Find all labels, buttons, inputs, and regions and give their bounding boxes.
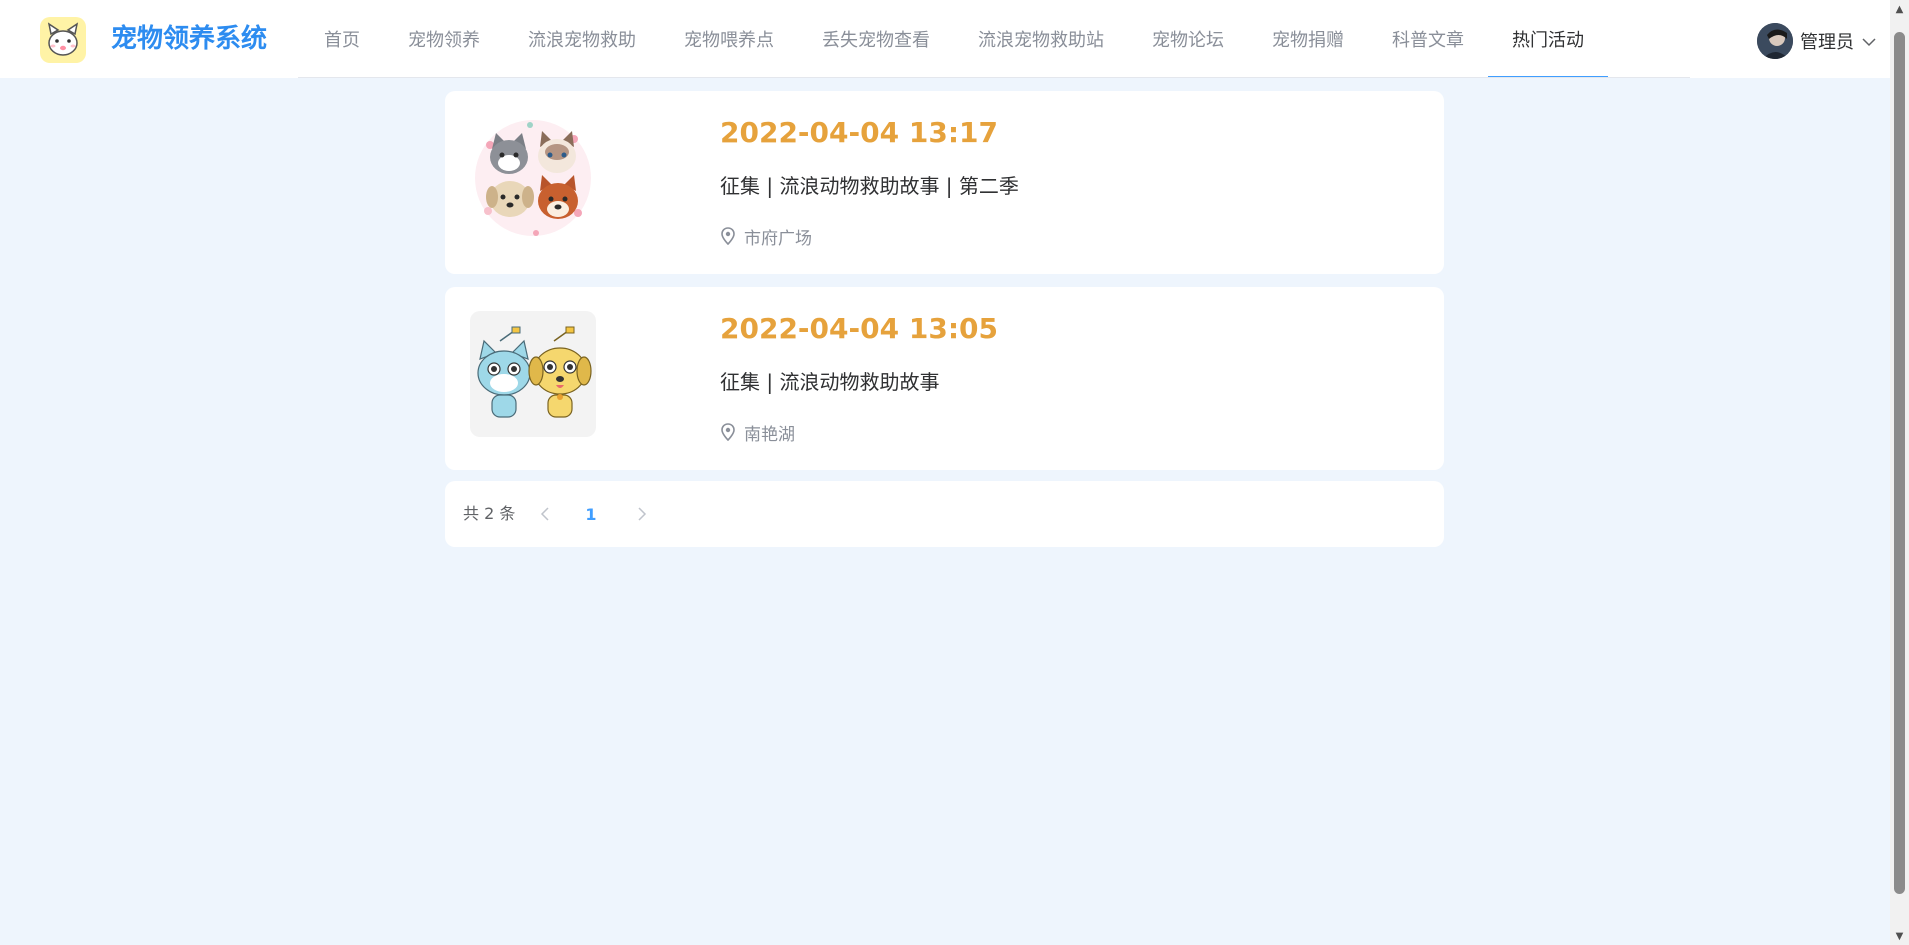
location-text: 市府广场 bbox=[744, 228, 812, 249]
scroll-thumb[interactable] bbox=[1894, 32, 1905, 894]
nav-item-home[interactable]: 首页 bbox=[300, 0, 384, 78]
pagination: 共 2 条 1 bbox=[445, 481, 1444, 547]
activity-date: 2022-04-04 13:17 bbox=[720, 116, 998, 149]
nav-item-donation[interactable]: 宠物捐赠 bbox=[1248, 0, 1368, 78]
activity-location: 市府广场 bbox=[720, 225, 812, 249]
header-divider bbox=[298, 77, 1690, 78]
main-nav: 首页 宠物领养 流浪宠物救助 宠物喂养点 丢失宠物查看 流浪宠物救助站 宠物论坛… bbox=[300, 0, 1608, 78]
chevron-down-icon[interactable] bbox=[1862, 32, 1876, 51]
nav-item-stray-rescue[interactable]: 流浪宠物救助 bbox=[504, 0, 660, 78]
nav-item-pet-adoption[interactable]: 宠物领养 bbox=[384, 0, 504, 78]
scroll-up-icon[interactable]: ▲ bbox=[1894, 3, 1905, 15]
nav-item-hot-activities[interactable]: 热门活动 bbox=[1488, 0, 1608, 78]
activity-location: 南艳湖 bbox=[720, 421, 795, 445]
activity-card[interactable]: 2022-04-04 13:05 征集 | 流浪动物救助故事 南艳湖 bbox=[445, 287, 1444, 470]
cats-and-dogs-illustration[interactable] bbox=[470, 115, 596, 241]
user-avatar-icon[interactable] bbox=[1757, 23, 1793, 59]
nav-item-lost-pets[interactable]: 丢失宠物查看 bbox=[798, 0, 954, 78]
user-menu[interactable]: 管理员 bbox=[1757, 22, 1876, 60]
app-title[interactable]: 宠物领养系统 bbox=[111, 22, 267, 56]
location-pin-icon bbox=[721, 423, 735, 441]
activity-title[interactable]: 征集 | 流浪动物救助故事 | 第二季 bbox=[720, 173, 1019, 199]
nav-item-forum[interactable]: 宠物论坛 bbox=[1128, 0, 1248, 78]
top-header: 宠物领养系统 首页 宠物领养 流浪宠物救助 宠物喂养点 丢失宠物查看 流浪宠物救… bbox=[0, 0, 1890, 78]
scroll-down-icon[interactable]: ▼ bbox=[1894, 930, 1905, 942]
location-pin-icon bbox=[721, 227, 735, 245]
user-name[interactable]: 管理员 bbox=[1800, 28, 1854, 54]
location-text: 南艳湖 bbox=[744, 424, 795, 445]
chevron-right-icon[interactable] bbox=[627, 499, 657, 529]
cartoon-cat-and-dog-illustration[interactable] bbox=[470, 311, 596, 437]
pagination-total: 共 2 条 bbox=[463, 504, 516, 523]
activity-date: 2022-04-04 13:05 bbox=[720, 312, 998, 345]
page-scrollbar[interactable]: ▲ ▼ bbox=[1890, 0, 1909, 945]
app-logo-icon[interactable] bbox=[40, 17, 86, 63]
pagination-page-1[interactable]: 1 bbox=[575, 499, 607, 529]
activity-card[interactable]: 2022-04-04 13:17 征集 | 流浪动物救助故事 | 第二季 市府广… bbox=[445, 91, 1444, 274]
nav-item-rescue-stations[interactable]: 流浪宠物救助站 bbox=[954, 0, 1128, 78]
nav-item-articles[interactable]: 科普文章 bbox=[1368, 0, 1488, 78]
nav-item-feeding-points[interactable]: 宠物喂养点 bbox=[660, 0, 798, 78]
chevron-left-icon[interactable] bbox=[530, 499, 560, 529]
activity-title[interactable]: 征集 | 流浪动物救助故事 bbox=[720, 369, 939, 395]
